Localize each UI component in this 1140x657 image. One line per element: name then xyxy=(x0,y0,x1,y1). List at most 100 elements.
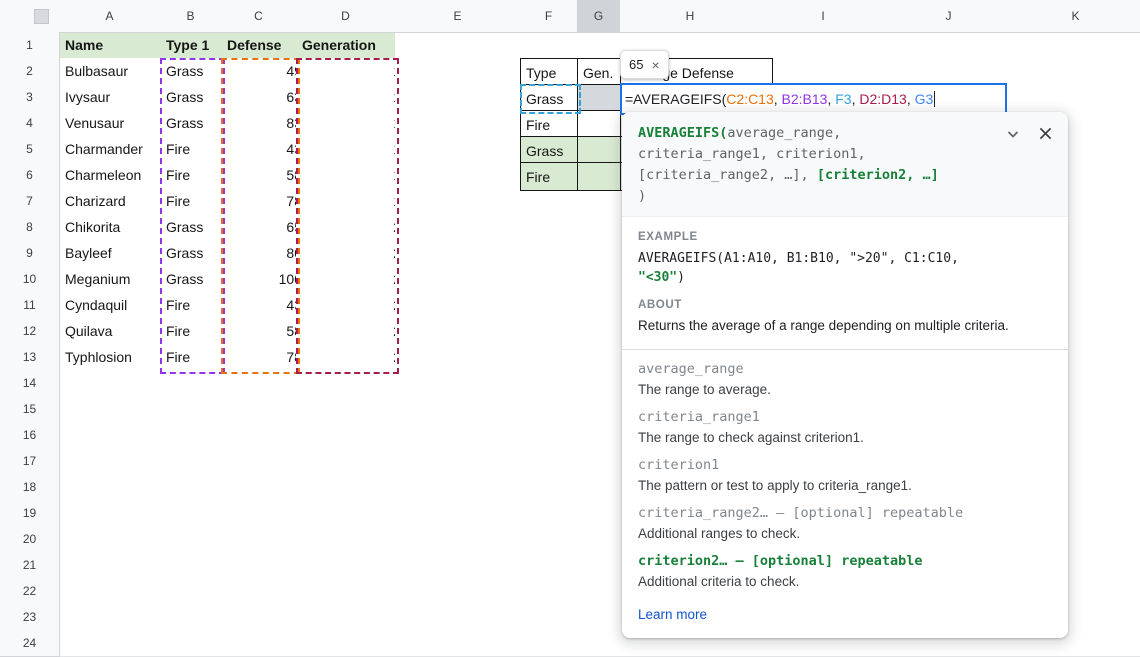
cell-D17[interactable] xyxy=(296,448,408,475)
row-header-23[interactable]: 23 xyxy=(0,604,60,631)
cell-E21[interactable] xyxy=(395,552,533,579)
cell-E3[interactable] xyxy=(395,84,533,111)
column-header-H[interactable]: H xyxy=(620,0,761,33)
cell-D10[interactable]: 2 xyxy=(296,266,408,293)
cell-I1[interactable] xyxy=(760,32,899,59)
row-header-19[interactable]: 19 xyxy=(0,500,60,527)
cell-K2[interactable] xyxy=(1011,58,1140,85)
cell-A21[interactable] xyxy=(59,552,173,579)
cell-D3[interactable]: 1 xyxy=(296,84,408,111)
row-header-13[interactable]: 13 xyxy=(0,344,60,371)
cell-A15[interactable] xyxy=(59,396,173,423)
row-header-5[interactable]: 5 xyxy=(0,136,60,163)
formula-cell-editor[interactable]: =AVERAGEIFS(C2:C13, B2:B13, F3, D2:D13, … xyxy=(620,83,1007,115)
column-header-E[interactable]: E xyxy=(395,0,521,33)
row-header-9[interactable]: 9 xyxy=(0,240,60,267)
cell-A5[interactable]: Charmander xyxy=(59,136,173,163)
row-header-6[interactable]: 6 xyxy=(0,162,60,189)
cell-E7[interactable] xyxy=(395,188,533,215)
cell-A4[interactable]: Venusaur xyxy=(59,110,173,137)
cell-D9[interactable]: 2 xyxy=(296,240,408,267)
cell-A17[interactable] xyxy=(59,448,173,475)
row-header-11[interactable]: 11 xyxy=(0,292,60,319)
cell-D5[interactable]: 1 xyxy=(296,136,408,163)
cell-E20[interactable] xyxy=(395,526,533,553)
cell-D24[interactable] xyxy=(296,630,408,657)
cell-J2[interactable] xyxy=(886,58,1024,85)
cell-A7[interactable]: Charizard xyxy=(59,188,173,215)
cell-E22[interactable] xyxy=(395,578,533,605)
close-icon[interactable]: × xyxy=(651,58,659,72)
cell-E12[interactable] xyxy=(395,318,533,345)
cell-D19[interactable] xyxy=(296,500,408,527)
cell-K3[interactable] xyxy=(1011,84,1140,111)
cell-A14[interactable] xyxy=(59,370,173,397)
row-header-2[interactable]: 2 xyxy=(0,58,60,85)
cell-D15[interactable] xyxy=(296,396,408,423)
row-header-24[interactable]: 24 xyxy=(0,630,60,657)
cell-D18[interactable] xyxy=(296,474,408,501)
cell-D20[interactable] xyxy=(296,526,408,553)
cell-E23[interactable] xyxy=(395,604,533,631)
column-header-B[interactable]: B xyxy=(160,0,222,33)
cell-D2[interactable]: 1 xyxy=(296,58,408,85)
cell-E5[interactable] xyxy=(395,136,533,163)
cell-E16[interactable] xyxy=(395,422,533,449)
chevron-down-icon[interactable] xyxy=(1005,126,1021,142)
cell-A10[interactable]: Meganium xyxy=(59,266,173,293)
cell-E10[interactable] xyxy=(395,266,533,293)
cell-K1[interactable] xyxy=(1011,32,1140,59)
cell-A16[interactable] xyxy=(59,422,173,449)
cell-A24[interactable] xyxy=(59,630,173,657)
cell-D12[interactable]: 2 xyxy=(296,318,408,345)
cell-E13[interactable] xyxy=(395,344,533,371)
cell-D16[interactable] xyxy=(296,422,408,449)
cell-A23[interactable] xyxy=(59,604,173,631)
cell-E15[interactable] xyxy=(395,396,533,423)
cell-A19[interactable] xyxy=(59,500,173,527)
row-header-21[interactable]: 21 xyxy=(0,552,60,579)
cell-D14[interactable] xyxy=(296,370,408,397)
close-icon[interactable] xyxy=(1037,125,1054,142)
column-header-A[interactable]: A xyxy=(59,0,161,33)
cell-D6[interactable]: 1 xyxy=(296,162,408,189)
cell-E17[interactable] xyxy=(395,448,533,475)
column-header-K[interactable]: K xyxy=(1011,0,1140,33)
cell-D1[interactable]: Generation xyxy=(296,32,408,59)
cell-I2[interactable] xyxy=(760,58,899,85)
cell-A8[interactable]: Chikorita xyxy=(59,214,173,241)
select-all-corner[interactable] xyxy=(0,0,60,33)
cell-D4[interactable]: 1 xyxy=(296,110,408,137)
learn-more-link[interactable]: Learn more xyxy=(638,607,707,622)
row-header-18[interactable]: 18 xyxy=(0,474,60,501)
cell-E14[interactable] xyxy=(395,370,533,397)
cell-E19[interactable] xyxy=(395,500,533,527)
cell-A2[interactable]: Bulbasaur xyxy=(59,58,173,85)
row-header-16[interactable]: 16 xyxy=(0,422,60,449)
cell-A22[interactable] xyxy=(59,578,173,605)
cell-E6[interactable] xyxy=(395,162,533,189)
row-header-12[interactable]: 12 xyxy=(0,318,60,345)
cell-E24[interactable] xyxy=(395,630,533,657)
cell-A9[interactable]: Bayleef xyxy=(59,240,173,267)
row-header-15[interactable]: 15 xyxy=(0,396,60,423)
cell-E11[interactable] xyxy=(395,292,533,319)
cell-E2[interactable] xyxy=(395,58,533,85)
cell-D8[interactable]: 2 xyxy=(296,214,408,241)
cell-D11[interactable]: 2 xyxy=(296,292,408,319)
cell-D7[interactable]: 1 xyxy=(296,188,408,215)
column-header-J[interactable]: J xyxy=(886,0,1012,33)
cell-D13[interactable]: 2 xyxy=(296,344,408,371)
row-header-4[interactable]: 4 xyxy=(0,110,60,137)
row-header-8[interactable]: 8 xyxy=(0,214,60,241)
cell-D21[interactable] xyxy=(296,552,408,579)
cell-A13[interactable]: Typhlosion xyxy=(59,344,173,371)
row-header-10[interactable]: 10 xyxy=(0,266,60,293)
cell-E1[interactable] xyxy=(395,32,533,59)
cell-J1[interactable] xyxy=(886,32,1024,59)
cell-D22[interactable] xyxy=(296,578,408,605)
row-header-14[interactable]: 14 xyxy=(0,370,60,397)
cell-A6[interactable]: Charmeleon xyxy=(59,162,173,189)
cell-E8[interactable] xyxy=(395,214,533,241)
column-header-F[interactable]: F xyxy=(520,0,578,33)
